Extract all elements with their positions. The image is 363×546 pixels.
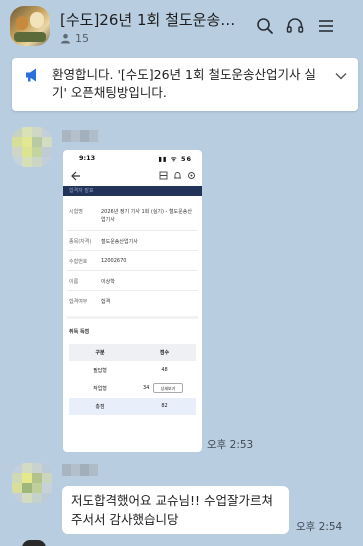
message-time: 오후 2:53 <box>207 439 254 451</box>
megaphone-icon <box>24 66 42 84</box>
headset-icon[interactable] <box>285 16 305 36</box>
table-row: 총점 82 <box>69 398 196 415</box>
chevron-down-icon[interactable] <box>334 68 348 82</box>
row-name: 필답형 <box>93 368 107 374</box>
row-score: 82 <box>161 403 168 409</box>
sender-avatar[interactable] <box>12 463 52 503</box>
detail-button: 상세보기 <box>153 383 183 393</box>
text-message[interactable]: 저도합격했어요 교슈님!! 수업잘가르쳐주서서 감사했습니당 <box>62 486 289 534</box>
notice-banner[interactable]: 환영합니다. '[수도]26년 1회 철도운송산업기사 실기' 오픈채팅방입니다… <box>12 58 358 111</box>
field-label: 종목(자격) <box>69 239 92 245</box>
table-header: 구분 <box>95 350 105 356</box>
phone-banner: 합격자 발표 <box>63 186 202 196</box>
divider <box>67 290 198 291</box>
field-label: 수험번호 <box>69 259 88 265</box>
scan-icon <box>159 171 168 180</box>
chat-header: [수도]26년 1회 철도운송산업기사 실기 15 <box>0 0 363 54</box>
row-name: 총점 <box>95 404 105 410</box>
image-message[interactable]: 9:13 ▮▮ ᯤ 56 합격자 발표 시험명 2026년 정기 기사 1회 (… <box>63 150 202 452</box>
divider <box>67 250 198 251</box>
section-divider <box>67 316 198 319</box>
score-table: 구분 점수 필답형 48 작업형 34 상세보기 총점 82 <box>69 344 196 416</box>
field-value: 철도운송산업기사 <box>101 239 138 245</box>
search-icon[interactable] <box>255 16 275 36</box>
phone-signal: ▮▮ ᯤ 56 <box>158 155 192 163</box>
back-arrow-icon <box>71 171 80 181</box>
field-value: 12002670 <box>101 258 127 264</box>
field-value: 이상학 <box>101 279 115 285</box>
field-label: 이름 <box>69 279 79 285</box>
table-row: 필답형 48 <box>69 362 196 379</box>
table-header-row: 구분 점수 <box>69 344 196 361</box>
table-row: 작업형 34 상세보기 <box>69 380 196 397</box>
message-time: 오후 2:54 <box>296 521 343 533</box>
bell-icon <box>174 172 181 179</box>
row-name: 작업형 <box>93 386 107 392</box>
divider <box>67 230 198 231</box>
sender-name-blurred <box>62 127 98 142</box>
room-avatar[interactable] <box>10 6 50 46</box>
sender-name-blurred <box>62 461 98 476</box>
row-score: 48 <box>161 367 168 373</box>
divider <box>67 270 198 271</box>
member-count[interactable]: 15 <box>60 31 89 45</box>
person-icon <box>60 33 71 44</box>
table-header: 점수 <box>159 350 170 356</box>
field-value: 합격 <box>101 299 111 305</box>
phone-status-bar: 9:13 ▮▮ ᯤ 56 <box>63 150 202 166</box>
sender-avatar[interactable] <box>12 127 52 167</box>
phone-clock: 9:13 <box>79 154 96 162</box>
next-avatar-partial <box>22 540 46 546</box>
row-score: 34 <box>143 385 150 391</box>
field-value: 2026년 정기 기사 1회 (실기) - 철도운송산업기사 <box>101 209 192 223</box>
member-count-value: 15 <box>75 31 89 45</box>
settings-icon <box>188 172 195 179</box>
phone-nav-bar <box>63 166 202 186</box>
field-label: 시험명 <box>69 209 83 215</box>
room-title[interactable]: [수도]26년 1회 철도운송산업기사 실기 <box>60 9 240 30</box>
score-section-title: 취득 득점 <box>69 329 90 335</box>
field-label: 합격여부 <box>69 299 88 305</box>
notice-text: 환영합니다. '[수도]26년 1회 철도운송산업기사 실기' 오픈채팅방입니다… <box>52 67 316 100</box>
phone-banner-text: 합격자 발표 <box>69 188 94 194</box>
menu-icon[interactable] <box>316 16 336 36</box>
